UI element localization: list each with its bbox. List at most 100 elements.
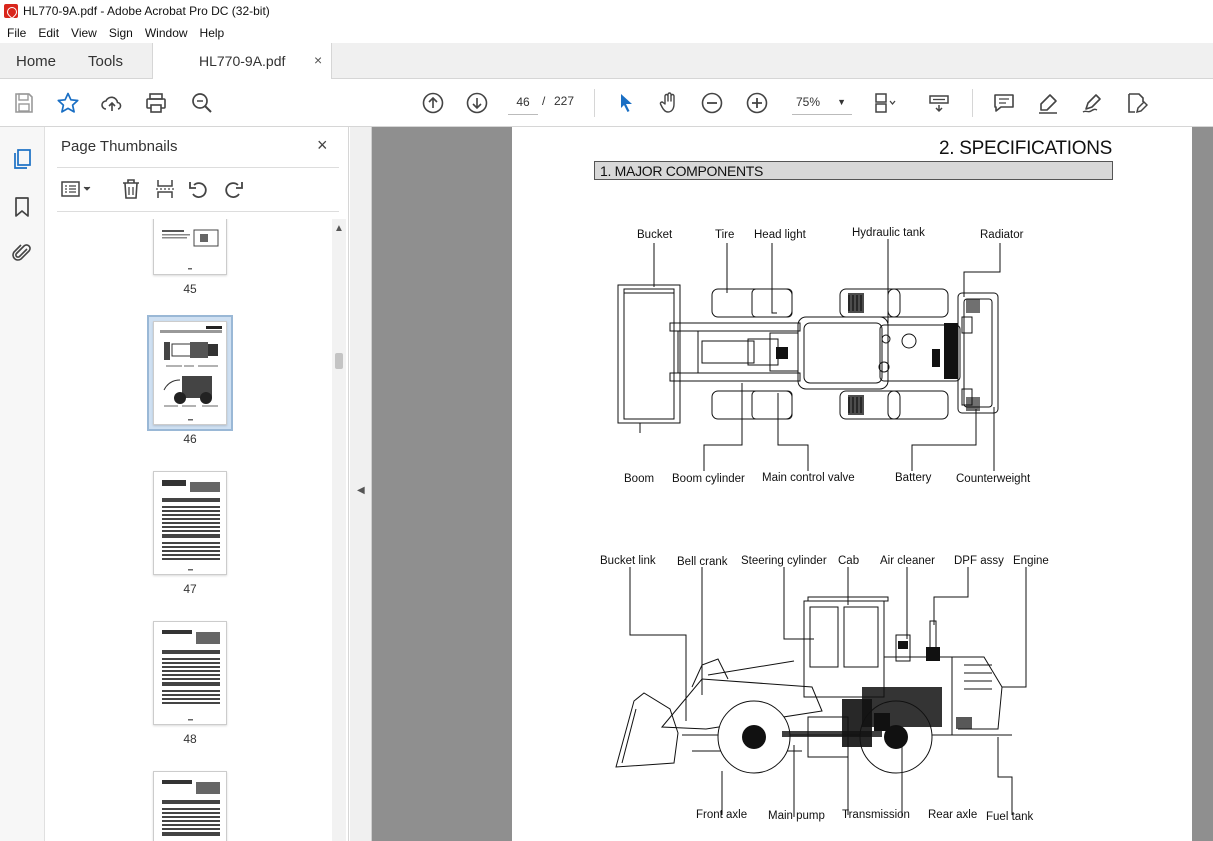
total-pages: 227 xyxy=(554,94,575,108)
label-steering-cylinder: Steering cylinder xyxy=(741,555,827,567)
upload-cloud-icon[interactable] xyxy=(100,91,124,115)
thumbnail-label: 46 xyxy=(183,432,197,446)
menu-file[interactable]: File xyxy=(7,26,26,40)
menu-view[interactable]: View xyxy=(71,26,97,40)
label-head-light: Head light xyxy=(754,229,807,241)
page-separator: / xyxy=(542,94,546,108)
side-view-drawing xyxy=(615,596,1012,768)
menu-window[interactable]: Window xyxy=(145,26,188,40)
document-viewport[interactable]: 2. SPECIFICATIONS 1. MAJOR COMPONENTS Bu… xyxy=(372,127,1213,841)
panel-divider xyxy=(57,167,339,168)
star-icon[interactable] xyxy=(56,91,80,115)
thumbnail-label: 47 xyxy=(183,582,197,596)
bookmark-icon[interactable] xyxy=(10,195,34,219)
panel-close-icon[interactable]: × xyxy=(317,135,328,156)
label-main-control-valve: Main control valve xyxy=(762,472,855,484)
tab-home[interactable]: Home xyxy=(16,53,56,70)
keyboard-tools-icon[interactable] xyxy=(927,91,951,115)
select-cursor-icon[interactable] xyxy=(614,91,638,115)
label-bucket-link: Bucket link xyxy=(600,555,656,567)
pdf-page: 2. SPECIFICATIONS 1. MAJOR COMPONENTS Bu… xyxy=(512,127,1192,841)
menu-help[interactable]: Help xyxy=(200,26,225,40)
save-icon[interactable] xyxy=(12,91,36,115)
label-fuel-tank: Fuel tank xyxy=(986,811,1034,823)
label-battery: Battery xyxy=(895,472,932,484)
top-view-dark-parts xyxy=(776,293,980,415)
label-air-cleaner: Air cleaner xyxy=(880,555,935,567)
label-bucket: Bucket xyxy=(637,229,673,241)
tab-tools[interactable]: Tools xyxy=(88,53,123,70)
thumbnail-page-47[interactable] xyxy=(153,471,227,575)
menu-edit[interactable]: Edit xyxy=(38,26,59,40)
thumbnail-page-48[interactable] xyxy=(153,621,227,725)
label-cab: Cab xyxy=(838,555,859,567)
comment-icon[interactable] xyxy=(992,91,1016,115)
label-main-pump: Main pump xyxy=(768,810,825,822)
zoom-level-select[interactable]: 75% ▼ xyxy=(792,91,852,115)
insert-page-icon[interactable] xyxy=(153,177,177,201)
top-view-drawing xyxy=(617,284,999,424)
rotate-clockwise-icon[interactable] xyxy=(221,177,245,201)
toolbar: 46 / 227 75% ▼ xyxy=(0,79,1213,127)
menu-sign[interactable]: Sign xyxy=(109,26,133,40)
rotate-counterclockwise-icon[interactable] xyxy=(187,177,211,201)
label-transmission: Transmission xyxy=(842,809,910,821)
panel-divider xyxy=(57,211,339,212)
thumbnail-page-46[interactable] xyxy=(153,321,227,425)
top-view-labels: Bucket Tire Head light Hydraulic tank Ra… xyxy=(624,227,1031,485)
zoom-in-icon[interactable] xyxy=(745,91,769,115)
collapse-panel-icon[interactable]: ◀ xyxy=(357,485,365,496)
side-view-leader-lines xyxy=(629,567,1027,817)
label-radiator: Radiator xyxy=(980,229,1024,241)
panel-splitter[interactable]: ◀ xyxy=(350,127,372,841)
edit-pdf-icon[interactable] xyxy=(1124,91,1148,115)
title-bar: HL770-9A.pdf - Adobe Acrobat Pro DC (32-… xyxy=(0,0,1213,22)
sign-pen-icon[interactable] xyxy=(1080,91,1104,115)
find-zoom-icon[interactable] xyxy=(190,91,214,115)
thumbnail-page-49[interactable] xyxy=(153,771,227,841)
label-bell-crank: Bell crank xyxy=(677,556,728,568)
scroll-up-icon[interactable]: ▲ xyxy=(334,223,344,234)
wheel-loader-diagram: Bucket Tire Head light Hydraulic tank Ra… xyxy=(600,227,1049,823)
chevron-down-icon: ▼ xyxy=(837,97,846,107)
next-page-icon[interactable] xyxy=(465,91,489,115)
previous-page-icon[interactable] xyxy=(421,91,445,115)
thumbnail-page-45[interactable] xyxy=(153,219,227,275)
zoom-out-icon[interactable] xyxy=(700,91,724,115)
page-number-input[interactable]: 46 xyxy=(508,91,538,115)
label-rear-axle: Rear axle xyxy=(928,809,977,821)
scrollbar-thumb[interactable] xyxy=(335,353,343,369)
print-icon[interactable] xyxy=(144,91,168,115)
label-boom-cylinder: Boom cylinder xyxy=(672,473,745,485)
thumbnails-panel: Page Thumbnails × 45 46 47 48 ▲ xyxy=(45,127,349,841)
thumbnail-list: 45 46 47 48 xyxy=(45,219,335,841)
tab-close-icon[interactable]: × xyxy=(314,52,322,68)
toolbar-divider xyxy=(972,89,973,117)
label-boom: Boom xyxy=(624,473,654,485)
attachment-icon[interactable] xyxy=(10,241,34,265)
delete-page-icon[interactable] xyxy=(119,177,143,201)
label-front-axle: Front axle xyxy=(696,809,747,821)
tab-document-label: HL770-9A.pdf xyxy=(199,53,286,69)
window-title: HL770-9A.pdf - Adobe Acrobat Pro DC (32-… xyxy=(23,4,270,18)
acrobat-logo-icon xyxy=(4,4,18,18)
page-thumbnails-icon[interactable] xyxy=(10,147,34,171)
label-engine: Engine xyxy=(1013,555,1049,567)
label-counterweight: Counterweight xyxy=(956,473,1031,485)
label-dpf-assy: DPF assy xyxy=(954,555,1004,567)
label-hydraulic-tank: Hydraulic tank xyxy=(852,227,925,239)
tab-bar: Home Tools HL770-9A.pdf × xyxy=(0,43,1213,79)
thumbnail-scrollbar[interactable]: ▲ xyxy=(332,219,346,841)
page-display-icon[interactable] xyxy=(872,91,896,115)
toolbar-divider xyxy=(594,89,595,117)
tab-document[interactable]: HL770-9A.pdf × xyxy=(152,43,332,79)
thumbnail-label: 48 xyxy=(183,732,197,746)
hand-tool-icon[interactable] xyxy=(657,91,681,115)
label-tire: Tire xyxy=(715,229,734,241)
thumbnail-options-icon[interactable] xyxy=(59,177,95,201)
panel-title: Page Thumbnails xyxy=(61,138,178,155)
thumbnail-label: 45 xyxy=(183,282,197,296)
highlight-pen-icon[interactable] xyxy=(1036,91,1060,115)
menu-bar: File Edit View Sign Window Help xyxy=(0,22,1213,43)
navigation-rail xyxy=(0,127,45,841)
